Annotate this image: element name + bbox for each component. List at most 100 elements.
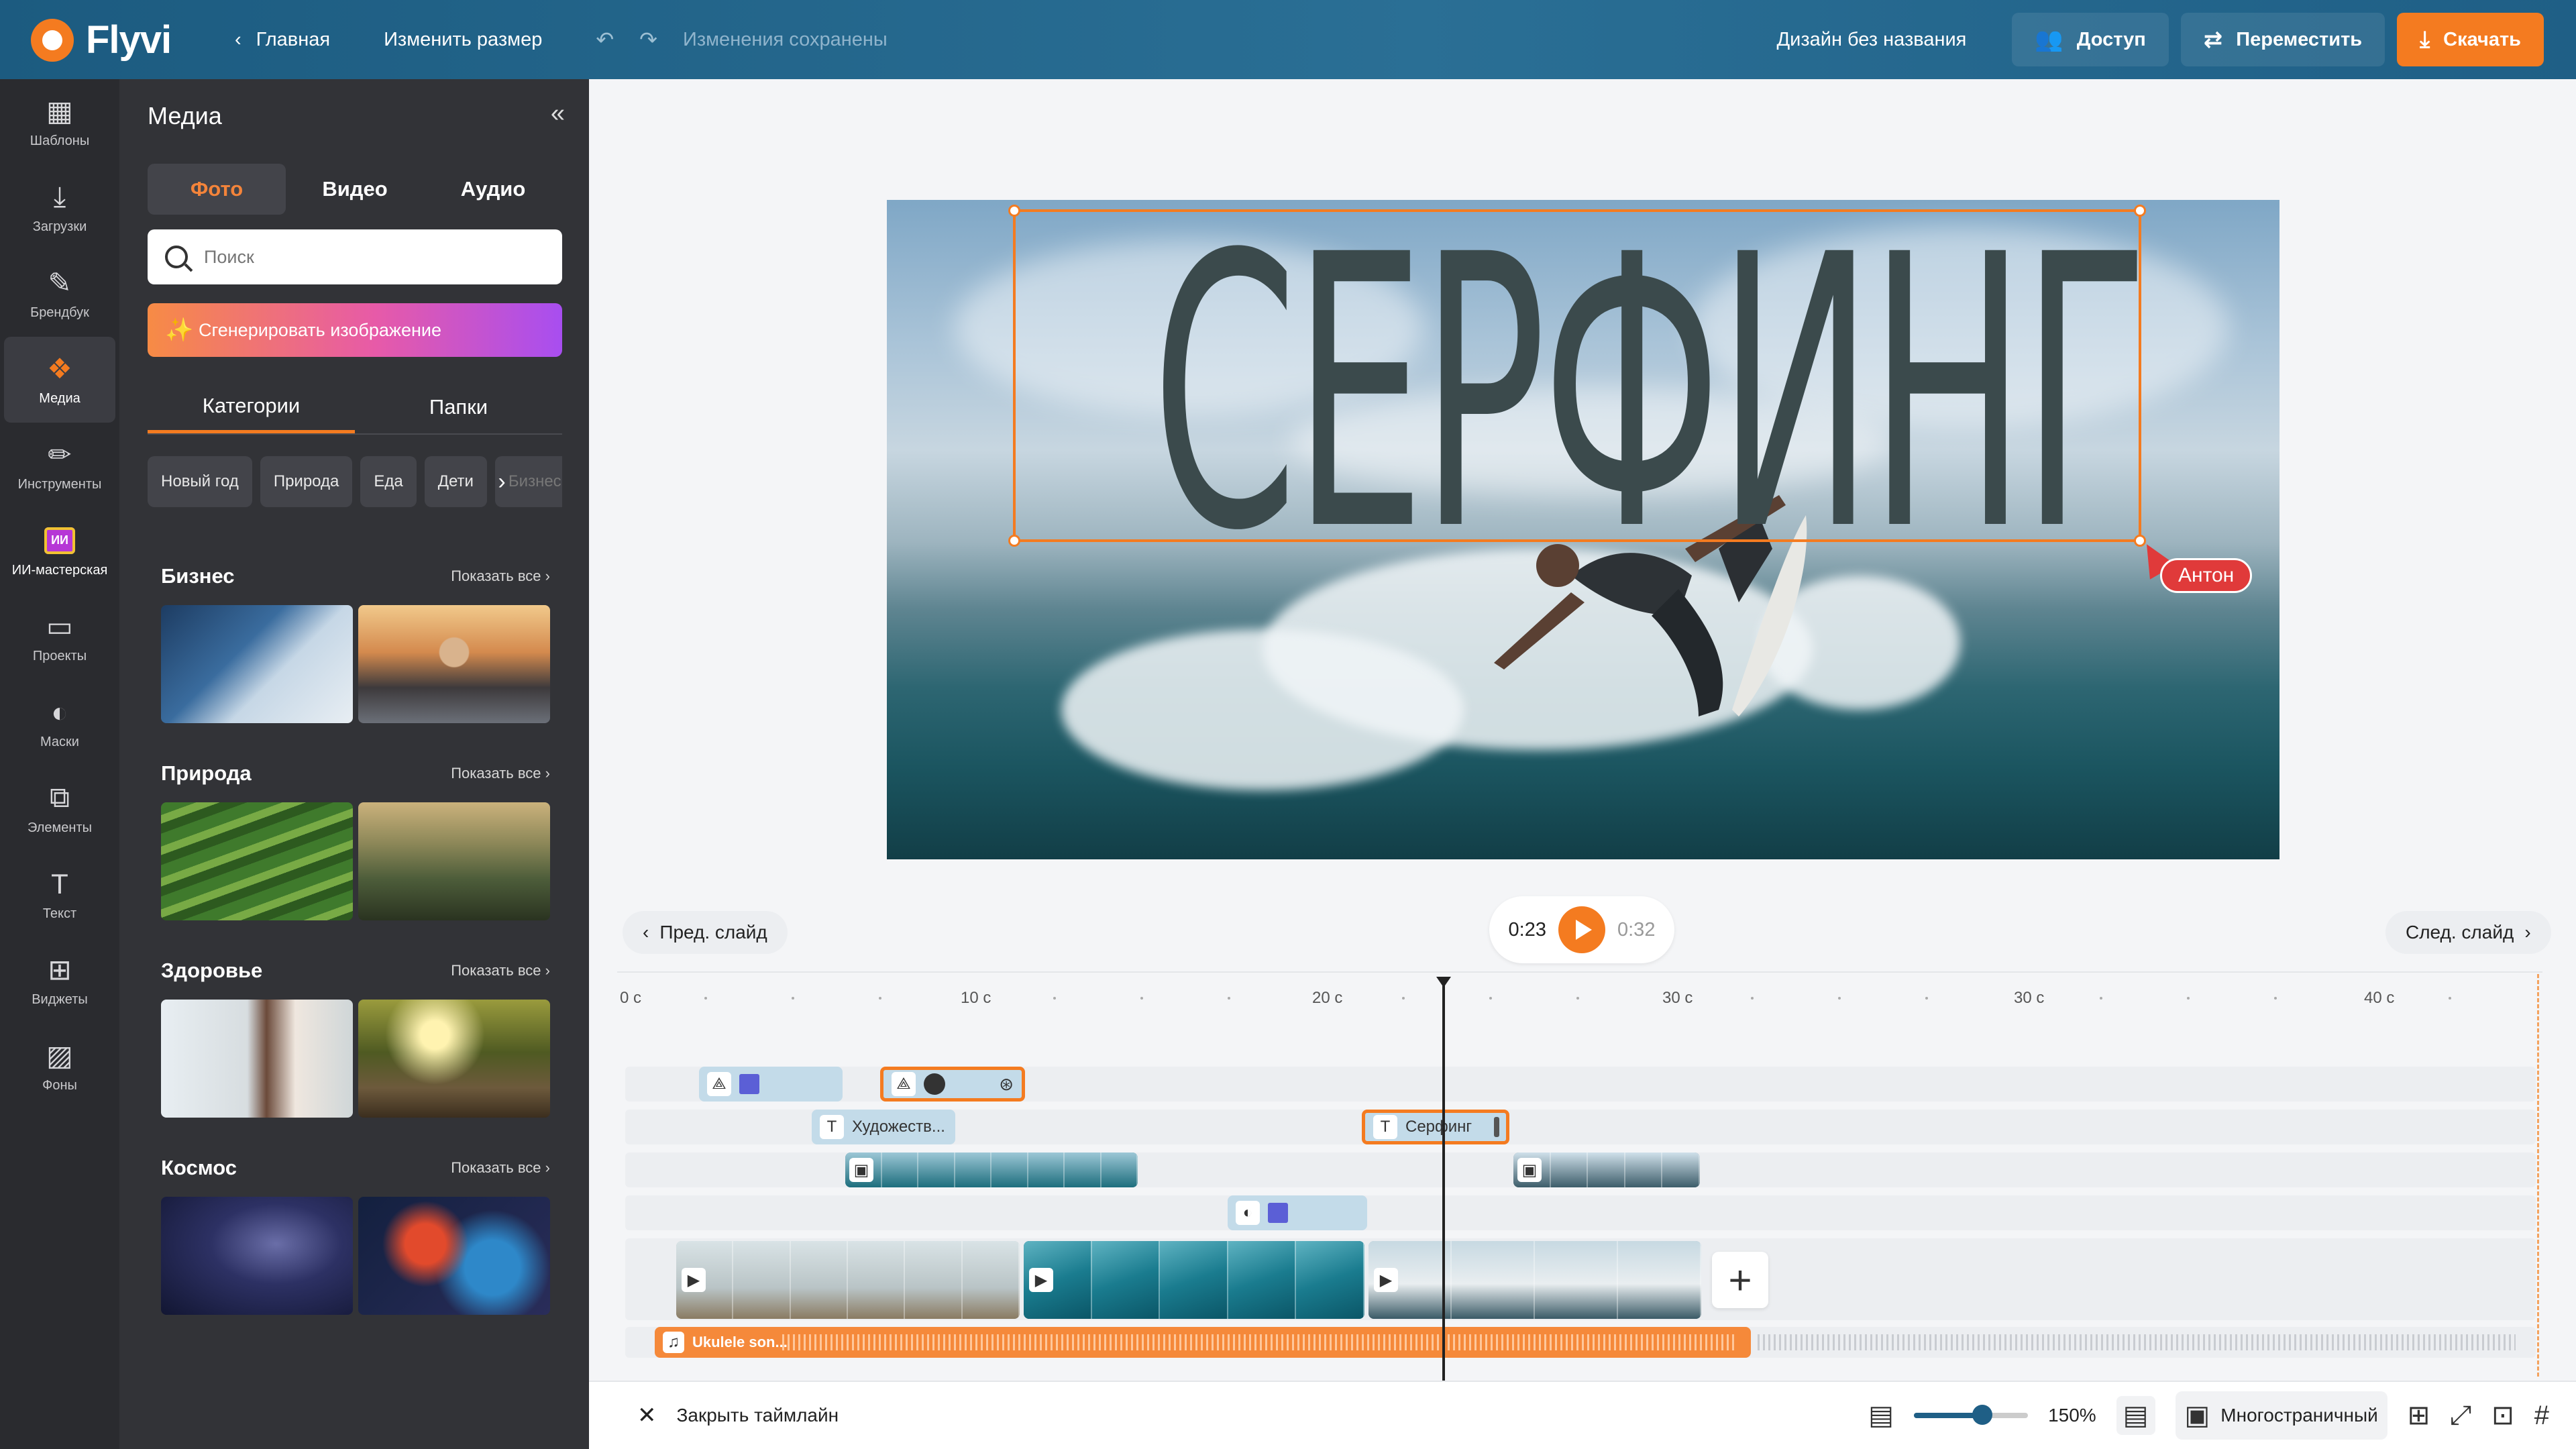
collapse-panel-icon[interactable]: « <box>551 99 565 128</box>
current-time: 0:23 <box>1508 918 1546 941</box>
top-actions: Дизайн без названия 👥 Доступ ⇄ Перемести… <box>1776 13 2544 66</box>
download-icon: ⤓ <box>2420 26 2430 52</box>
resize-handle[interactable] <box>1008 535 1020 547</box>
logo-mark-icon <box>31 18 74 62</box>
fit-to-screen-icon[interactable]: ⊡ <box>2491 1400 2514 1431</box>
search-box <box>148 229 562 284</box>
playhead[interactable] <box>1442 985 1445 1381</box>
redo-icon[interactable]: ↷ <box>639 27 657 52</box>
image-clip[interactable]: ▣ <box>1513 1152 1700 1187</box>
next-slide-label: След. слайд <box>2406 922 2514 943</box>
single-page-view-icon[interactable]: ▤ <box>2116 1396 2155 1435</box>
resize-handle[interactable] <box>2134 205 2146 217</box>
audio-waveform <box>1758 1334 2516 1350</box>
show-all-link[interactable]: Показать все › <box>451 765 550 782</box>
show-all-link[interactable]: Показать все › <box>451 568 550 585</box>
fullscreen-icon[interactable]: ⤢ <box>2450 1401 2471 1431</box>
rail-item-widgets[interactable]: ⊞ Виджеты <box>0 938 119 1024</box>
next-slide-button[interactable]: След. слайд › <box>2385 911 2551 954</box>
video-clip[interactable]: ▶ <box>1368 1241 1701 1319</box>
text-clip-selected[interactable]: T Серфинг <box>1362 1110 1509 1144</box>
mask-icon: ◐ <box>1236 1201 1260 1225</box>
video-clip[interactable]: ▶ <box>676 1241 1020 1319</box>
rail-label: Виджеты <box>32 991 88 1007</box>
time-ruler[interactable]: 0 с 10 с 20 с 30 с 30 с 40 с <box>617 971 2542 1012</box>
rail-item-brandbook[interactable]: ✎ Брендбук <box>0 251 119 337</box>
photo-thumbnail[interactable] <box>161 1197 353 1315</box>
backgrounds-icon: ▨ <box>46 1040 73 1071</box>
move-label: Переместить <box>2236 28 2363 50</box>
home-link[interactable]: ‹ Главная <box>235 29 330 51</box>
chevron-right-icon[interactable]: › <box>488 456 515 507</box>
chip-nature[interactable]: Природа <box>260 456 353 507</box>
multipage-view-button[interactable]: ▣ Многостраничный <box>2175 1391 2387 1440</box>
rail-item-projects[interactable]: ▭ Проекты <box>0 594 119 680</box>
resize-handle[interactable] <box>1008 205 1020 217</box>
tab-photo[interactable]: Фото <box>148 164 286 215</box>
rail-item-text[interactable]: T Текст <box>0 852 119 938</box>
photo-thumbnail[interactable] <box>358 605 550 723</box>
shapes-icon: ⟁ <box>892 1072 916 1096</box>
tab-audio[interactable]: Аудио <box>424 164 562 215</box>
zoom-slider-knob[interactable] <box>1972 1405 1993 1425</box>
photo-thumbnail[interactable] <box>358 802 550 920</box>
rail-item-media[interactable]: ❖ Медиа <box>4 337 115 423</box>
chip-kids[interactable]: Дети <box>424 456 487 507</box>
generate-image-button[interactable]: ✨ Сгенерировать изображение <box>148 303 562 357</box>
show-all-link[interactable]: Показать все › <box>451 1159 550 1177</box>
grid-icon[interactable]: # <box>2534 1401 2549 1431</box>
tab-folders[interactable]: Папки <box>355 381 562 433</box>
rail-label: Маски <box>40 734 79 749</box>
tab-categories[interactable]: Категории <box>148 381 355 433</box>
access-button[interactable]: 👥 Доступ <box>2012 13 2169 66</box>
play-button[interactable] <box>1558 906 1605 953</box>
photo-thumbnail[interactable] <box>358 1197 550 1315</box>
photo-thumbnail[interactable] <box>358 1000 550 1118</box>
photo-thumbnail[interactable] <box>161 1000 353 1118</box>
rail-item-backgrounds[interactable]: ▨ Фоны <box>0 1024 119 1110</box>
chevron-left-icon: ‹ <box>643 922 649 943</box>
video-clip[interactable]: ▶ <box>1024 1241 1364 1319</box>
rail-item-tools[interactable]: ✏ Инструменты <box>0 423 119 508</box>
close-timeline-button[interactable]: ✕ Закрыть таймлайн <box>637 1402 839 1429</box>
app-logo[interactable]: Flyvi <box>31 17 172 62</box>
image-clip[interactable]: ▣ <box>845 1152 1138 1187</box>
prev-slide-button[interactable]: ‹ Пред. слайд <box>623 911 788 954</box>
element-clip[interactable]: ⟁ <box>699 1067 843 1102</box>
rail-label: Элементы <box>28 820 92 835</box>
move-button[interactable]: ⇄ Переместить <box>2180 13 2385 66</box>
timeline-view-icon[interactable]: ▤ <box>1868 1400 1894 1431</box>
shape-square <box>739 1074 759 1094</box>
music-note-icon: ♫ <box>663 1332 684 1353</box>
add-clip-button[interactable]: + <box>1712 1252 1768 1308</box>
category-tabs: Категории Папки <box>148 381 562 435</box>
audio-clip[interactable]: ♫ Ukulele son... <box>655 1327 1751 1358</box>
chip-food[interactable]: Еда <box>360 456 417 507</box>
search-input[interactable] <box>203 246 525 268</box>
design-title[interactable]: Дизайн без названия <box>1776 29 1966 51</box>
rail-item-masks[interactable]: ◐ Маски <box>0 680 119 766</box>
tab-video[interactable]: Видео <box>286 164 424 215</box>
rail-item-uploads[interactable]: ⤓ Загрузки <box>0 165 119 251</box>
grid-view-icon[interactable]: ⊞ <box>2408 1400 2430 1431</box>
zoom-slider[interactable] <box>1914 1405 2029 1425</box>
text-selection-box[interactable] <box>1008 205 2146 547</box>
rail-item-ai-workshop[interactable]: ИИ ИИ-мастерская <box>0 508 119 594</box>
panel-title: Медиа <box>148 102 222 129</box>
element-clip-selected[interactable]: ⟁ ⊛ <box>880 1067 1025 1102</box>
trim-handle[interactable] <box>1494 1117 1499 1137</box>
close-timeline-label: Закрыть таймлайн <box>676 1405 839 1426</box>
photo-thumbnail[interactable] <box>161 802 353 920</box>
chip-new-year[interactable]: Новый год <box>148 456 252 507</box>
download-button[interactable]: ⤓ Скачать <box>2397 13 2544 66</box>
text-icon: T <box>820 1115 844 1139</box>
mask-clip[interactable]: ◐ <box>1228 1195 1367 1230</box>
rail-item-elements[interactable]: ⧉ Элементы <box>0 766 119 852</box>
resize-button[interactable]: Изменить размер <box>384 29 542 51</box>
photo-thumbnail[interactable] <box>161 605 353 723</box>
text-clip[interactable]: T Художеств... <box>812 1110 955 1144</box>
rail-item-templates[interactable]: ▦ Шаблоны <box>0 79 119 165</box>
section-title: Здоровье <box>161 959 263 982</box>
undo-icon[interactable]: ↶ <box>596 27 614 52</box>
show-all-link[interactable]: Показать все › <box>451 962 550 979</box>
